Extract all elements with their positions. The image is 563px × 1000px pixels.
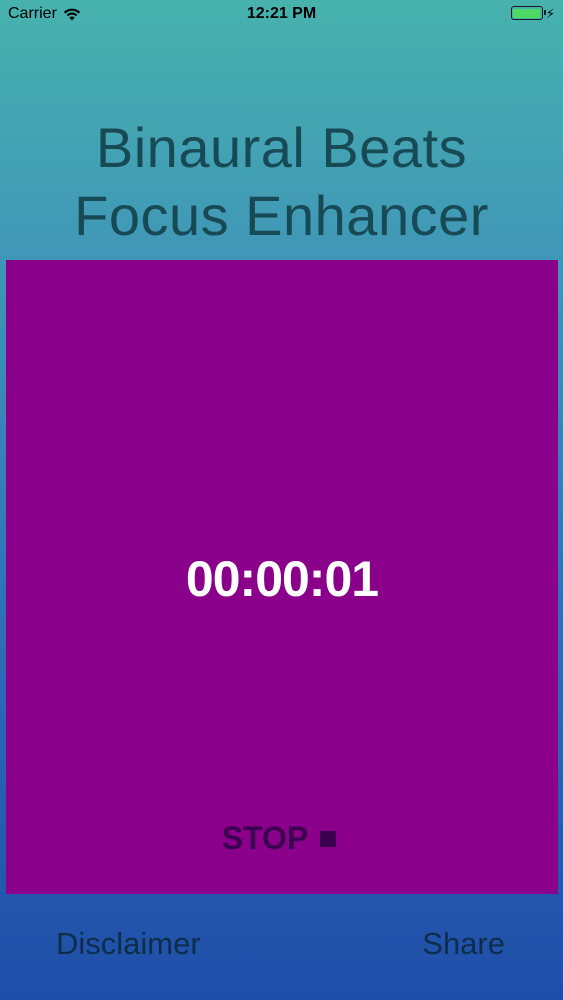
stop-button[interactable]: STOP — [6, 820, 558, 857]
app-title-line-2: Focus Enhancer — [74, 184, 489, 247]
stop-button-label: STOP — [221, 820, 309, 856]
battery-indicator: ⚡ — [510, 5, 555, 21]
share-button[interactable]: Share — [422, 926, 505, 962]
status-time: 12:21 PM — [246, 5, 317, 22]
battery-fill — [513, 8, 541, 18]
bottom-bar: Disclaimer Share — [0, 900, 563, 990]
charging-icon: ⚡ — [545, 5, 555, 21]
player-panel[interactable]: 00:00:01 STOP — [6, 260, 558, 894]
disclaimer-button[interactable]: Disclaimer — [56, 926, 201, 962]
app-title-line-1: Binaural Beats — [95, 116, 468, 179]
status-bar: Carrier 12:21 PM ⚡ — [0, 0, 563, 30]
battery-icon — [510, 6, 546, 20]
app-title: Binaural Beats Focus Enhancer — [0, 114, 563, 250]
stop-icon — [320, 830, 337, 847]
elapsed-timer: 00:00:01 — [185, 551, 379, 607]
